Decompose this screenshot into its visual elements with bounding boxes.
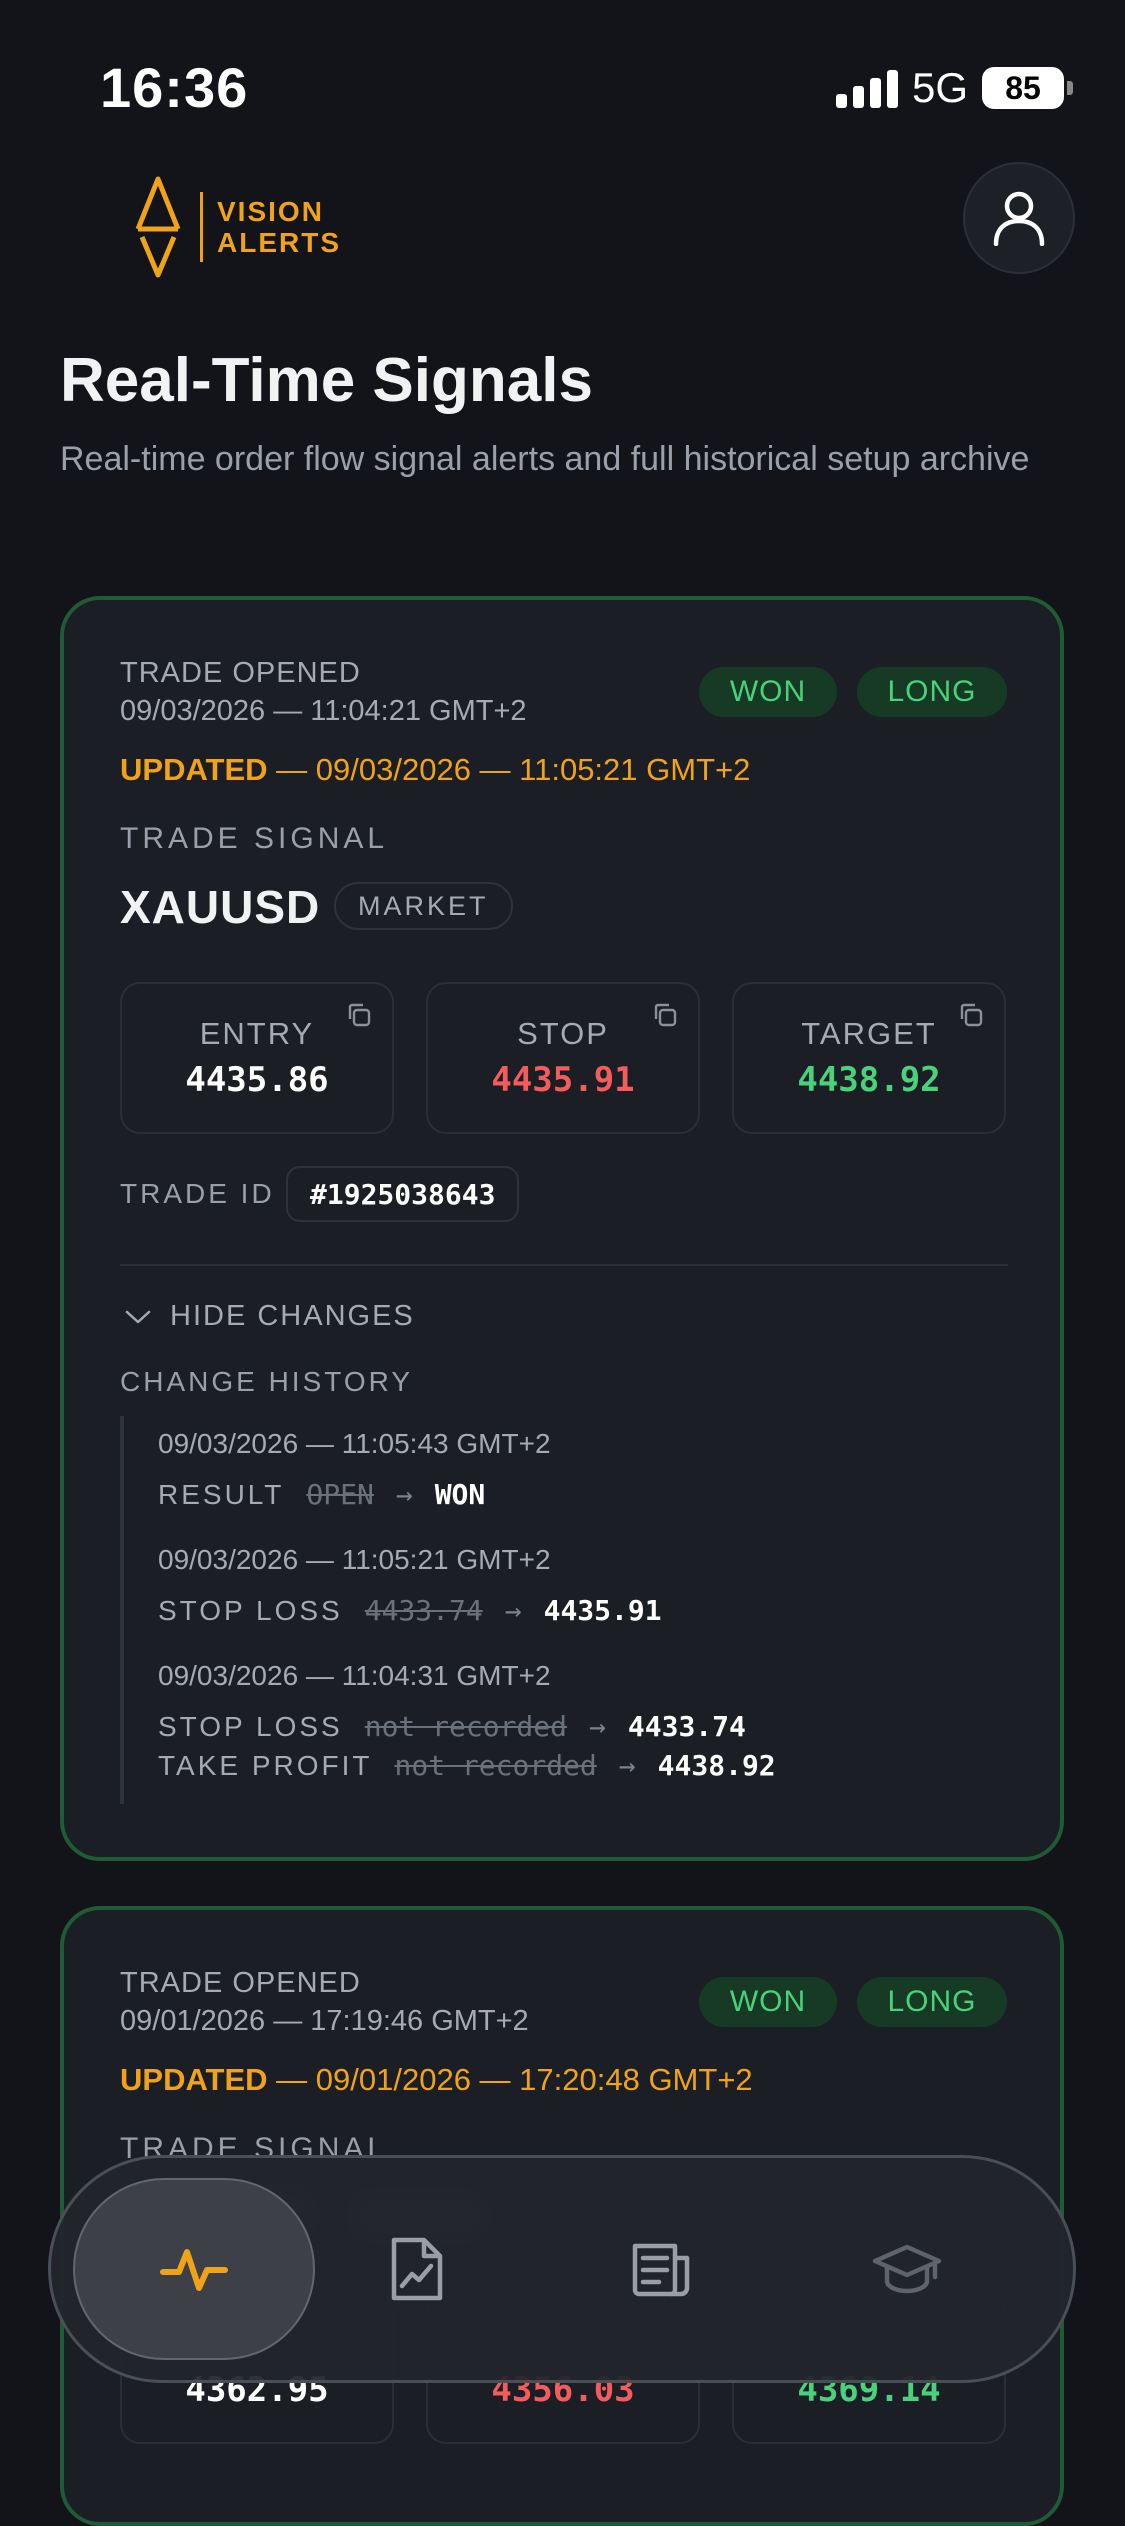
profile-button[interactable] xyxy=(963,162,1075,274)
user-icon xyxy=(993,191,1045,246)
nav-item-signals[interactable] xyxy=(73,2178,315,2360)
trade-opened-date: 09/01/2026 — 17:19:46 GMT+2 xyxy=(120,2005,529,2037)
history-border xyxy=(120,1416,124,1804)
trade-signal-label: TRADE SIGNAL xyxy=(120,822,389,855)
nav-item-education[interactable] xyxy=(832,2198,982,2340)
target-box: TARGET 4438.92 xyxy=(732,982,1006,1134)
stop-box: STOP 4435.91 xyxy=(426,982,700,1134)
direction-badge: LONG xyxy=(857,1977,1007,2027)
entry-box: ENTRY 4435.86 xyxy=(120,982,394,1134)
logo-wordmark: VISION ALERTS xyxy=(217,196,341,258)
bottom-nav xyxy=(48,2155,1076,2383)
battery-level: 85 xyxy=(982,67,1064,109)
history-new-value: 4433.74 xyxy=(627,1710,746,1743)
copy-icon[interactable] xyxy=(958,1002,984,1028)
updated-timestamp: UPDATED — 09/01/2026 — 17:20:48 GMT+2 xyxy=(120,2062,753,2098)
updated-label: UPDATED xyxy=(120,2062,268,2097)
updated-date: — 09/03/2026 — 11:05:21 GMT+2 xyxy=(276,752,751,787)
history-field: RESULT xyxy=(158,1478,285,1510)
updated-timestamp: UPDATED — 09/03/2026 — 11:05:21 GMT+2 xyxy=(120,752,750,788)
status-indicators: 5G 85 xyxy=(835,64,1073,112)
trade-id-label: TRADE ID xyxy=(120,1178,275,1209)
history-old-value: OPEN xyxy=(306,1478,374,1511)
section-divider xyxy=(120,1264,1008,1266)
graduation-cap-icon xyxy=(872,2244,942,2294)
hide-changes-label: HIDE CHANGES xyxy=(170,1300,415,1332)
arrow-right-icon: → xyxy=(395,1478,413,1511)
result-badge: WON xyxy=(699,1977,837,2027)
arrow-right-icon: → xyxy=(618,1749,636,1782)
history-old-value: 4433.74 xyxy=(364,1594,483,1627)
status-time: 16:36 xyxy=(100,56,249,119)
trade-opened-date: 09/03/2026 — 11:04:21 GMT+2 xyxy=(120,695,527,727)
hide-changes-button[interactable]: HIDE CHANGES xyxy=(124,1300,415,1333)
history-new-value: 4438.92 xyxy=(657,1749,776,1782)
nav-item-news[interactable] xyxy=(586,2198,736,2340)
logo-divider xyxy=(200,192,203,262)
cellular-signal-icon xyxy=(835,68,898,108)
history-date: 09/03/2026 — 11:05:43 GMT+2 xyxy=(158,1428,551,1459)
result-badge: WON xyxy=(699,667,837,717)
arrow-right-icon: → xyxy=(589,1710,606,1743)
logo-mark-icon xyxy=(135,176,181,278)
history-entry: 09/03/2026 — 11:05:43 GMT+2 RESULT OPEN … xyxy=(158,1428,551,1511)
history-entry: 09/03/2026 — 11:05:21 GMT+2 STOP LOSS 44… xyxy=(158,1544,662,1627)
network-type: 5G xyxy=(911,64,968,111)
trade-opened-label: TRADE OPENED xyxy=(120,1967,361,1999)
page-title: Real-Time Signals xyxy=(60,346,593,415)
history-date: 09/03/2026 — 11:04:31 GMT+2 xyxy=(158,1660,551,1691)
battery-icon: 85 xyxy=(982,67,1073,109)
history-change: RESULT OPEN → WON xyxy=(158,1478,551,1511)
stop-value: 4435.91 xyxy=(491,1060,635,1100)
history-field: STOP LOSS xyxy=(158,1710,343,1742)
updated-date: — 09/01/2026 — 17:20:48 GMT+2 xyxy=(276,2062,753,2097)
trade-opened-label: TRADE OPENED xyxy=(120,657,361,689)
history-old-value: not recorded xyxy=(364,1710,568,1743)
order-type-chip: MARKET xyxy=(334,882,513,930)
copy-icon[interactable] xyxy=(346,1002,372,1028)
arrow-right-icon: → xyxy=(504,1594,522,1627)
app-logo[interactable]: VISION ALERTS xyxy=(130,175,341,279)
trade-id-chip[interactable]: #1925038643 xyxy=(286,1166,520,1222)
chart-document-icon xyxy=(391,2237,443,2301)
history-date: 09/03/2026 — 11:05:21 GMT+2 xyxy=(158,1544,551,1575)
updated-label: UPDATED xyxy=(120,752,268,787)
history-old-value: not recorded xyxy=(394,1749,597,1782)
signal-card: TRADE OPENED 09/03/2026 — 11:04:21 GMT+2… xyxy=(60,596,1064,1861)
history-change: TAKE PROFIT not recorded → 4438.92 xyxy=(158,1749,776,1782)
page-subtitle: Real-time order flow signal alerts and f… xyxy=(60,440,1030,478)
chevron-down-icon xyxy=(125,1310,151,1323)
logo-line-2: ALERTS xyxy=(217,227,341,258)
entry-value: 4435.86 xyxy=(185,1060,329,1100)
history-change: STOP LOSS not recorded → 4433.74 xyxy=(158,1710,776,1743)
history-new-value: 4435.91 xyxy=(543,1594,662,1627)
history-field: STOP LOSS xyxy=(158,1594,343,1626)
target-value: 4438.92 xyxy=(797,1060,941,1100)
news-icon xyxy=(632,2243,690,2297)
direction-badge: LONG xyxy=(857,667,1007,717)
history-field: TAKE PROFIT xyxy=(158,1749,373,1781)
history-entry: 09/03/2026 — 11:04:31 GMT+2 STOP LOSS no… xyxy=(158,1660,776,1782)
history-new-value: WON xyxy=(434,1478,486,1511)
copy-icon[interactable] xyxy=(652,1002,678,1028)
symbol: XAUUSD xyxy=(120,881,321,933)
change-history-label: CHANGE HISTORY xyxy=(120,1366,414,1397)
history-change: STOP LOSS 4433.74 → 4435.91 xyxy=(158,1594,662,1627)
pulse-icon xyxy=(160,2249,228,2291)
logo-line-1: VISION xyxy=(217,196,324,227)
nav-item-charts[interactable] xyxy=(341,2198,491,2340)
